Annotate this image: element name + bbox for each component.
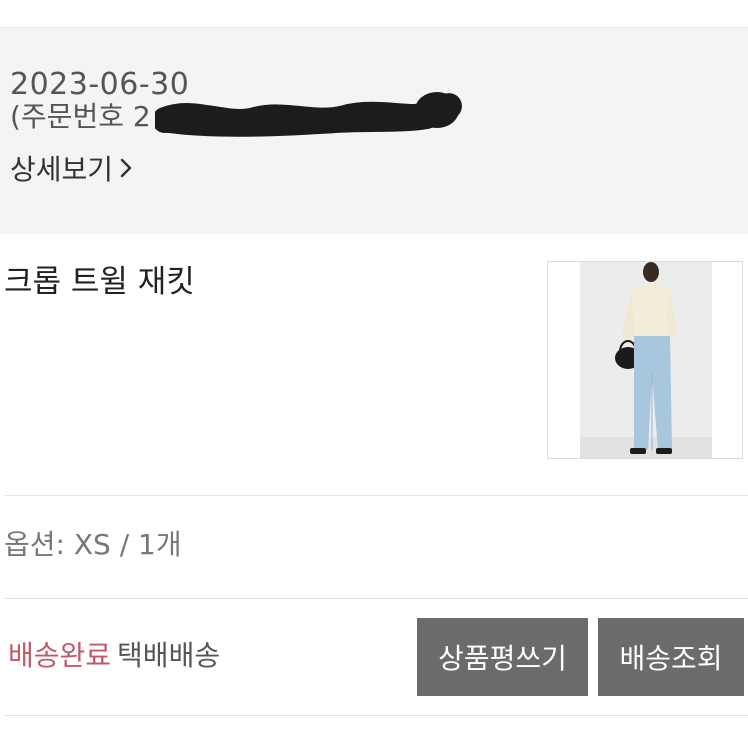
- delivery-status: 배송완료 택배배송: [8, 636, 220, 676]
- order-detail-link[interactable]: 상세보기: [10, 150, 133, 186]
- divider: [4, 715, 748, 716]
- product-option: 옵션: XS / 1개: [4, 528, 182, 561]
- product-thumbnail-image: [580, 262, 712, 458]
- divider: [4, 495, 748, 496]
- delivery-status-label: 배송완료: [8, 639, 112, 672]
- track-delivery-button[interactable]: 배송조회: [598, 618, 744, 696]
- product-name[interactable]: 크롭 트윌 재킷: [4, 262, 195, 302]
- redaction-mark: [155, 92, 462, 137]
- write-review-button[interactable]: 상품평쓰기: [417, 618, 588, 696]
- divider: [4, 598, 748, 599]
- chevron-right-icon: [120, 158, 132, 178]
- top-strip: [0, 0, 748, 28]
- order-detail-link-label: 상세보기: [10, 153, 114, 186]
- order-number: (주문번호 2: [10, 100, 151, 133]
- product-thumbnail[interactable]: [547, 261, 743, 459]
- order-detail-page: 2023-06-30 (주문번호 2 상세보기 크롭 트윌 재킷 옵션: XS …: [0, 0, 748, 748]
- delivery-method-label: 택배배송: [117, 639, 221, 672]
- order-header: 2023-06-30 (주문번호 2 상세보기: [0, 28, 748, 234]
